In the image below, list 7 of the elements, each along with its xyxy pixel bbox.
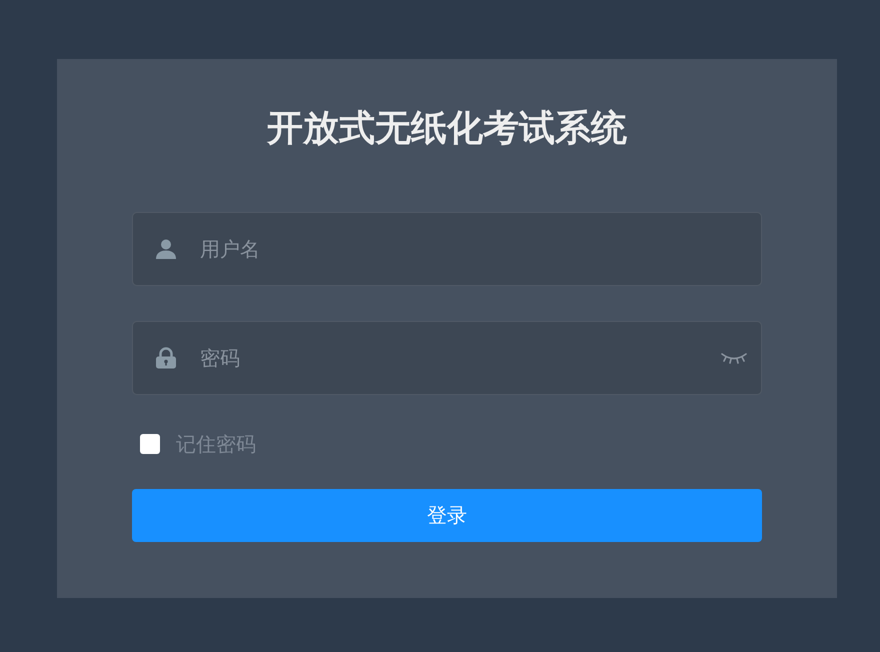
input-field[interactable]: 密码 xyxy=(132,321,762,395)
input-field[interactable]: 用户名 xyxy=(132,212,762,286)
checkbox-label: 记住密码 xyxy=(176,430,256,458)
eye-closed-icon[interactable] xyxy=(721,351,747,365)
login-button[interactable]: 登录 xyxy=(132,489,762,542)
page-title: 开放式无纸化考试系统 xyxy=(267,107,627,151)
checkbox[interactable] xyxy=(140,434,160,454)
